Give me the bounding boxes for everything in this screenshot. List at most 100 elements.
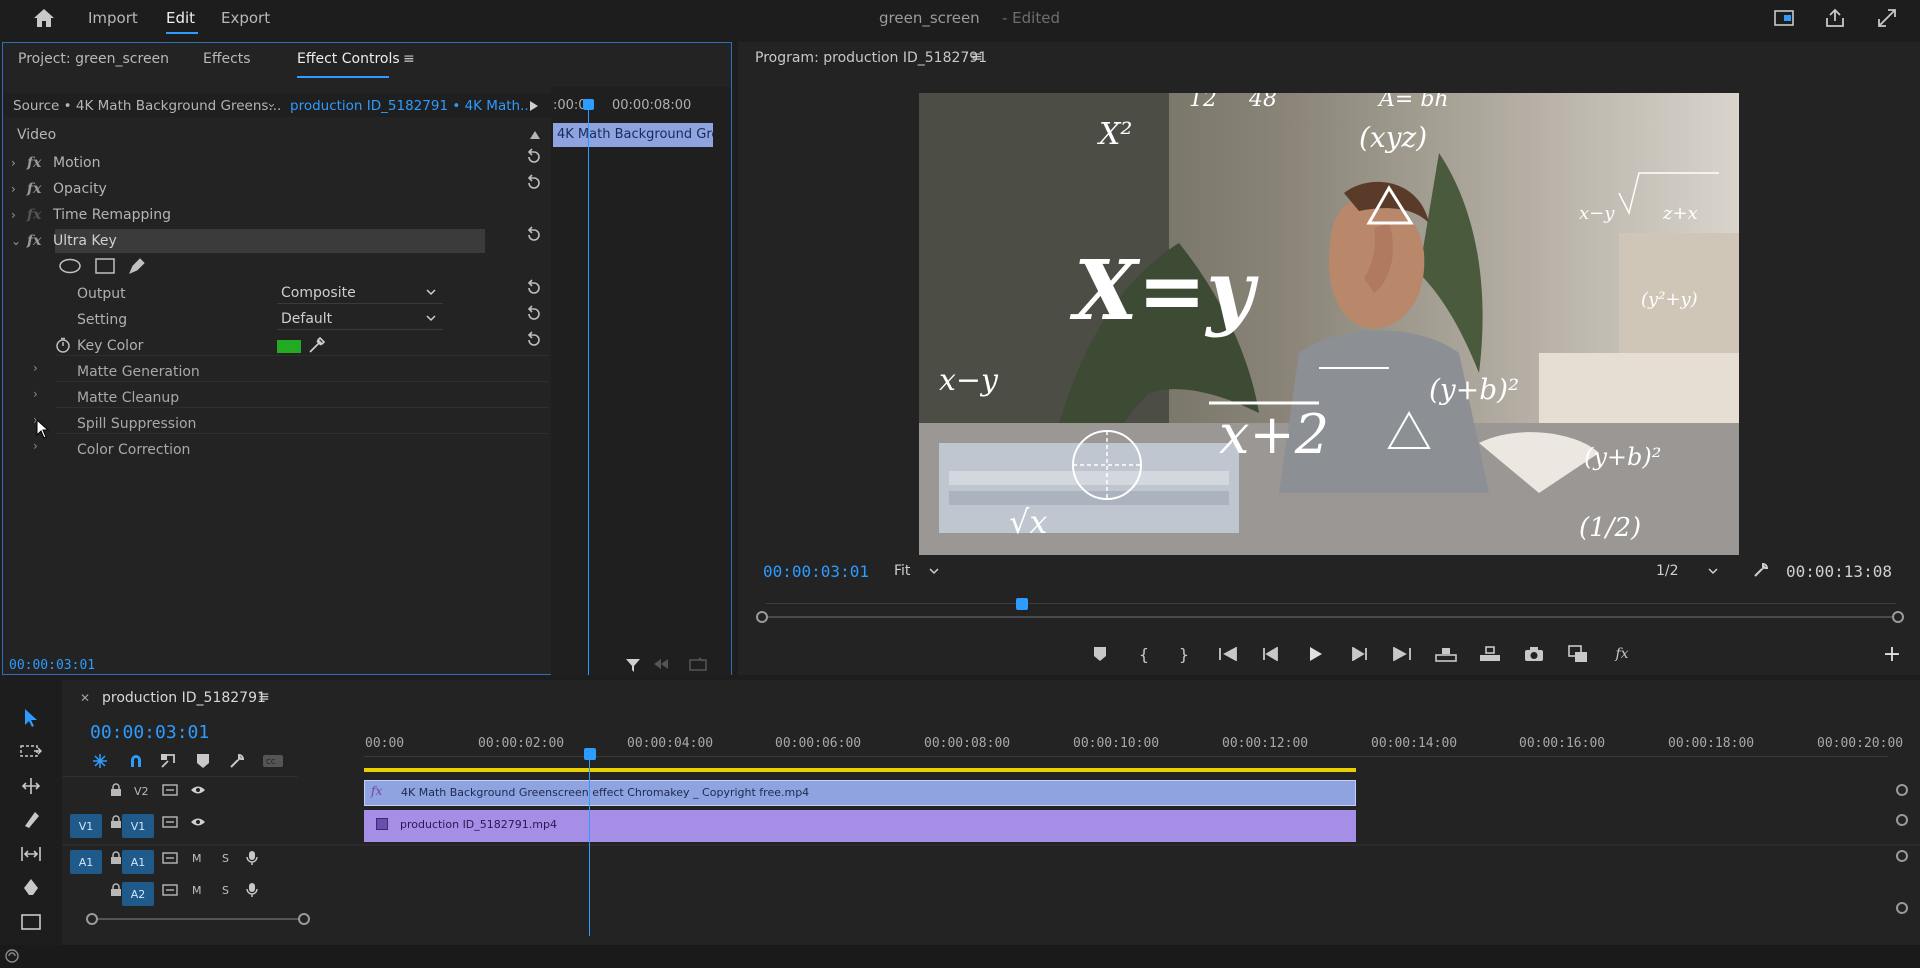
- play-icon[interactable]: [1302, 641, 1330, 667]
- fullscreen-icon[interactable]: [1876, 7, 1898, 29]
- scrubber-handle-left[interactable]: [756, 611, 768, 623]
- export-frame-icon[interactable]: [1520, 641, 1548, 667]
- lock-icon[interactable]: [110, 783, 122, 797]
- vertical-zoom-handle[interactable]: [1896, 814, 1908, 826]
- expand-chevron-icon[interactable]: ›: [11, 208, 27, 222]
- reset-output-icon[interactable]: [525, 279, 543, 297]
- effect-ultra-key[interactable]: ⌄ fx Ultra Key: [11, 229, 117, 253]
- mark-out-icon[interactable]: }: [1170, 641, 1198, 667]
- microphone-icon[interactable]: [246, 882, 258, 898]
- solo-button[interactable]: S: [222, 852, 229, 865]
- expand-chevron-icon[interactable]: ›: [33, 439, 38, 453]
- tab-edit[interactable]: Edit: [166, 9, 195, 27]
- step-back-icon[interactable]: [1256, 641, 1284, 667]
- linked-selection-icon[interactable]: [160, 753, 178, 769]
- add-marker-icon[interactable]: [196, 753, 210, 769]
- play-only-audio-icon[interactable]: [529, 101, 539, 111]
- tab-effects[interactable]: Effects: [203, 51, 251, 67]
- selection-tool-icon[interactable]: [16, 704, 46, 732]
- source-patch-v1[interactable]: V1: [70, 814, 102, 838]
- go-to-out-icon[interactable]: [1388, 641, 1416, 667]
- ellipse-mask-icon[interactable]: [58, 258, 82, 274]
- slip-tool-icon[interactable]: [16, 840, 46, 868]
- lock-icon[interactable]: [110, 851, 122, 865]
- panel-menu-icon[interactable]: ≡: [403, 51, 415, 67]
- clip-link[interactable]: production ID_5182791 • 4K Math...: [290, 98, 533, 114]
- effect-time-remapping[interactable]: › fx Time Remapping: [11, 203, 171, 227]
- mark-in-icon[interactable]: {: [1130, 641, 1158, 667]
- setting-dropdown[interactable]: Default: [277, 308, 443, 330]
- timeline-playhead[interactable]: [583, 748, 597, 938]
- track-target-v1[interactable]: V1: [122, 814, 154, 838]
- microphone-icon[interactable]: [246, 850, 258, 866]
- track-target-a2[interactable]: A2: [122, 882, 154, 906]
- vertical-zoom-handle[interactable]: [1896, 784, 1908, 796]
- sync-lock-icon[interactable]: [162, 816, 178, 828]
- output-dropdown[interactable]: Composite: [277, 282, 443, 304]
- program-scrubber[interactable]: [756, 594, 1906, 623]
- home-icon[interactable]: [30, 6, 58, 30]
- tab-project[interactable]: Project: green_screen: [18, 51, 169, 67]
- mute-button[interactable]: M: [192, 884, 202, 897]
- add-marker-icon[interactable]: [1086, 641, 1114, 667]
- toggle-visibility-icon[interactable]: [190, 784, 206, 796]
- program-video-frame[interactable]: 12 48 A= bh (xyz) X² X=y x−y x+2 (y+b)² …: [919, 93, 1739, 555]
- matte-cleanup-label[interactable]: Matte Cleanup: [77, 390, 179, 406]
- zoom-fit-dropdown[interactable]: Fit: [894, 560, 964, 582]
- sync-lock-icon[interactable]: [162, 852, 178, 864]
- timeline-timecode[interactable]: 00:00:03:01: [90, 722, 209, 743]
- track-select-tool-icon[interactable]: [16, 738, 46, 766]
- fx-icon[interactable]: fx: [27, 181, 53, 197]
- ec-mini-timeline[interactable]: [551, 87, 731, 675]
- razor-tool-icon[interactable]: [16, 806, 46, 834]
- program-timecode[interactable]: 00:00:03:01: [763, 562, 869, 581]
- clip-v1[interactable]: production ID_5182791.mp4: [364, 810, 1356, 842]
- mute-button[interactable]: M: [192, 852, 202, 865]
- share-icon[interactable]: [1824, 7, 1846, 29]
- reset-key-color-icon[interactable]: [525, 331, 543, 349]
- step-forward-icon[interactable]: [1346, 641, 1374, 667]
- reset-opacity-icon[interactable]: [525, 174, 543, 192]
- settings-wrench-icon[interactable]: [1752, 561, 1770, 579]
- collapse-up-icon[interactable]: [530, 131, 540, 139]
- reset-motion-icon[interactable]: [525, 148, 543, 166]
- rectangle-tool-icon[interactable]: [16, 908, 46, 936]
- insert-sequence-icon[interactable]: [92, 753, 108, 769]
- expand-chevron-icon[interactable]: ›: [33, 387, 38, 401]
- pen-tool-icon[interactable]: [16, 874, 46, 902]
- pen-mask-icon[interactable]: [127, 256, 147, 276]
- horizontal-zoom-handle-left[interactable]: [86, 913, 98, 925]
- comparison-view-icon[interactable]: [1564, 641, 1592, 667]
- timeline-settings-wrench-icon[interactable]: [228, 752, 246, 770]
- add-button-icon[interactable]: +: [1878, 641, 1906, 667]
- mini-playhead[interactable]: [588, 105, 589, 675]
- horizontal-zoom-bar[interactable]: [98, 918, 298, 920]
- eyedropper-icon[interactable]: [307, 335, 327, 355]
- reset-ultra-key-icon[interactable]: [525, 226, 543, 244]
- tab-effect-controls[interactable]: Effect Controls: [297, 51, 400, 67]
- color-correction-label[interactable]: Color Correction: [77, 442, 190, 458]
- stopwatch-icon[interactable]: [55, 337, 71, 353]
- snap-icon[interactable]: [128, 753, 144, 769]
- tab-export[interactable]: Export: [221, 9, 270, 27]
- matte-generation-label[interactable]: Matte Generation: [77, 364, 200, 380]
- ec-timecode[interactable]: 00:00:03:01: [9, 658, 95, 673]
- lock-icon[interactable]: [110, 815, 122, 829]
- source-patch-a1[interactable]: A1: [70, 850, 102, 874]
- fx-icon[interactable]: fx: [27, 233, 53, 249]
- expand-chevron-icon[interactable]: ›: [33, 361, 38, 375]
- clip-v2[interactable]: fx 4K Math Background Greenscreen effect…: [364, 780, 1356, 806]
- work-area-bar[interactable]: [364, 768, 1356, 772]
- lift-icon[interactable]: [1432, 641, 1460, 667]
- sequence-tab[interactable]: production ID_5182791: [102, 690, 266, 706]
- solo-button[interactable]: S: [222, 884, 229, 897]
- panel-menu-icon[interactable]: ≡: [258, 689, 270, 705]
- mini-clip-bar[interactable]: 4K Math Background Greenscreen: [553, 123, 713, 147]
- source-label[interactable]: Source • 4K Math Background Greens...: [13, 98, 281, 114]
- tab-import[interactable]: Import: [88, 9, 138, 27]
- ripple-edit-tool-icon[interactable]: [16, 772, 46, 800]
- close-sequence-icon[interactable]: ✕: [80, 691, 90, 705]
- vertical-zoom-handle[interactable]: [1896, 902, 1908, 914]
- effect-motion[interactable]: › fx Motion: [11, 151, 100, 175]
- go-to-in-icon[interactable]: [1214, 641, 1242, 667]
